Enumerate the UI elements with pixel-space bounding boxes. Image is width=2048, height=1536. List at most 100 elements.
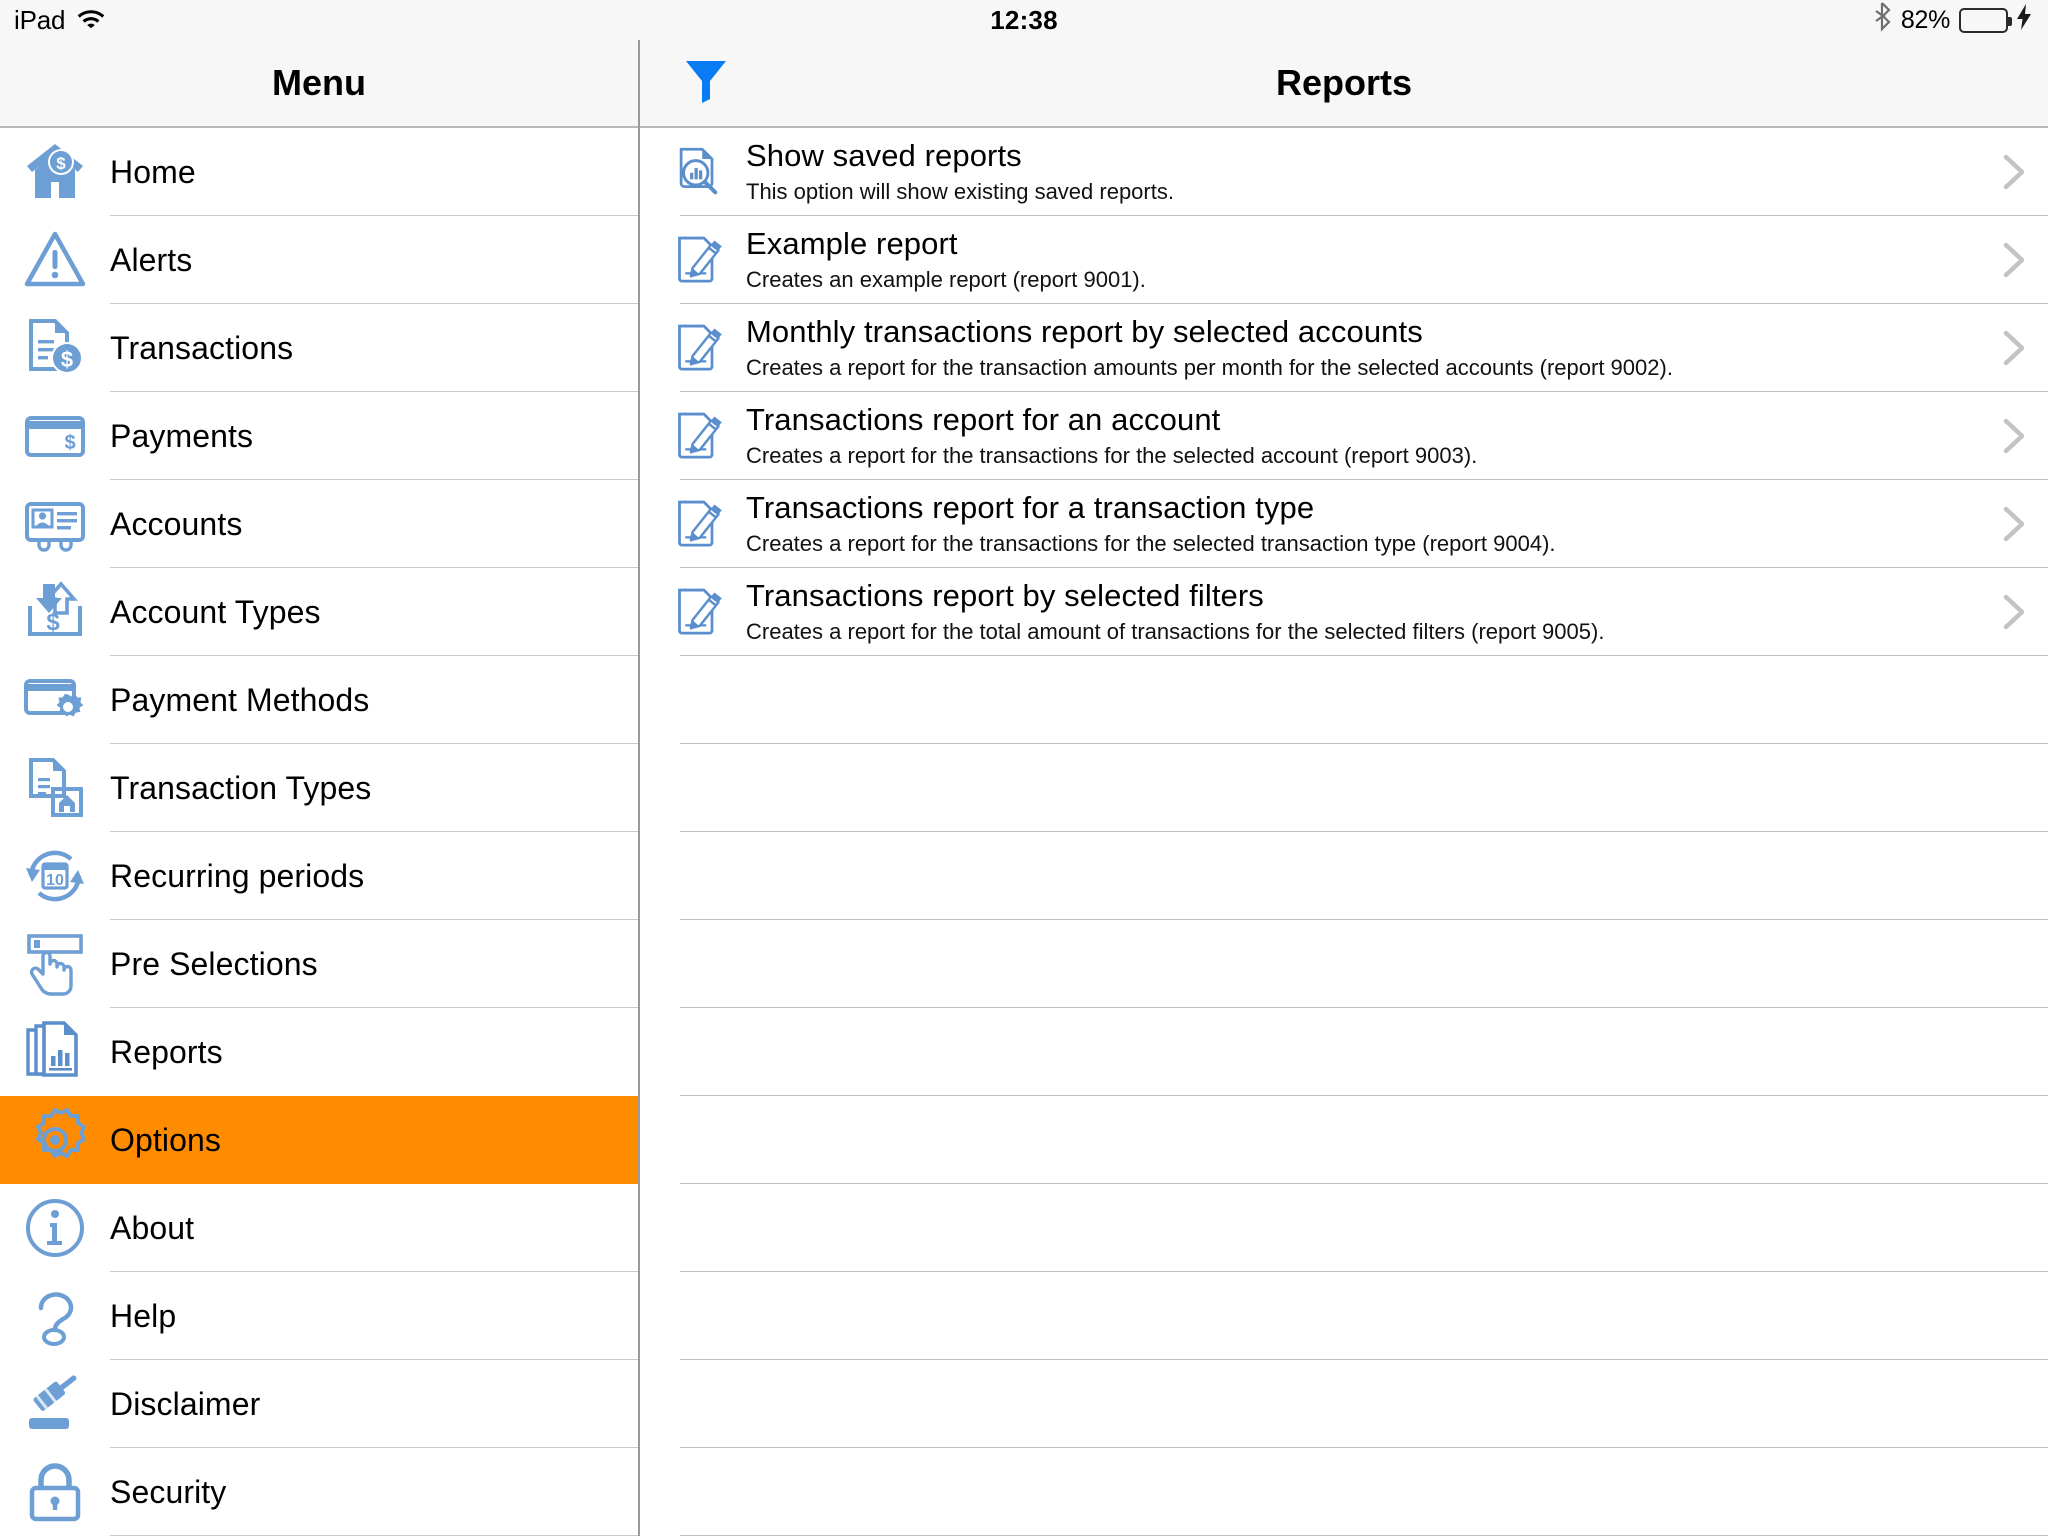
report-item-text: Monthly transactions report by selected … <box>740 313 1978 381</box>
empty-list-row <box>640 1272 2048 1360</box>
sidebar-menu-list: $ Home Alerts $ Transactions $ Payments Account… <box>0 128 638 1536</box>
report-item-title: Monthly transactions report by selected … <box>746 313 1423 349</box>
house-dollar-icon: $ <box>0 140 110 204</box>
padlock-icon <box>0 1460 110 1524</box>
arrows-dollar-box-icon: $ <box>0 580 110 644</box>
empty-list-row <box>640 1008 2048 1096</box>
clock-label: 12:38 <box>990 4 1058 35</box>
sidebar-item-recurring-periods[interactable]: 10 Recurring periods <box>0 832 638 920</box>
sidebar-item-transaction-types[interactable]: Transaction Types <box>0 744 638 832</box>
sidebar-item-label: Reports <box>110 1033 223 1070</box>
report-item-title: Show saved reports <box>746 137 1022 173</box>
sidebar-item-label: Recurring periods <box>110 857 365 894</box>
sidebar-item-about[interactable]: About <box>0 1184 638 1272</box>
report-list-item[interactable]: Transactions report by selected filters C… <box>640 568 2048 656</box>
svg-text:$: $ <box>56 154 66 173</box>
credit-card-dollar-icon: $ <box>0 404 110 468</box>
report-item-title: Transactions report for an account <box>746 401 1221 437</box>
document-pencil-icon <box>640 498 740 550</box>
warning-triangle-icon <box>0 228 110 292</box>
id-card-icon <box>0 492 110 556</box>
report-item-title: Example report <box>746 225 958 261</box>
sidebar-item-accounts[interactable]: Accounts <box>0 480 638 568</box>
empty-list-row <box>640 1448 2048 1536</box>
report-item-title: Transactions report by selected filters <box>746 577 1264 613</box>
gavel-icon <box>0 1372 110 1436</box>
report-item-text: Transactions report for an account Create… <box>740 401 1978 469</box>
report-list: Show saved reports This option will show … <box>640 128 2048 1536</box>
sidebar-item-transactions[interactable]: $ Transactions <box>0 304 638 392</box>
sidebar: Menu $ Home Alerts $ Transactions $ Payments Ac… <box>0 40 640 1536</box>
report-list-item[interactable]: Monthly transactions report by selected … <box>640 304 2048 392</box>
sidebar-item-label: Payments <box>110 417 254 454</box>
chevron-right-icon <box>1978 592 2048 632</box>
report-item-title: Transactions report for a transaction ty… <box>746 489 1315 525</box>
credit-card-gear-icon <box>0 668 110 732</box>
sidebar-item-alerts[interactable]: Alerts <box>0 216 638 304</box>
sidebar-item-label: Options <box>110 1121 221 1158</box>
empty-list-row <box>640 920 2048 1008</box>
sidebar-item-payments[interactable]: $ Payments <box>0 392 638 480</box>
chevron-right-icon <box>1978 328 2048 368</box>
report-item-text: Transactions report by selected filters C… <box>740 577 1978 645</box>
sidebar-item-label: Security <box>110 1473 227 1510</box>
sidebar-item-label: Disclaimer <box>110 1385 261 1422</box>
sidebar-item-options[interactable]: Options <box>0 1096 638 1184</box>
svg-text:$: $ <box>46 609 60 636</box>
sidebar-title: Menu <box>272 62 366 103</box>
sidebar-item-label: Alerts <box>110 241 193 278</box>
sidebar-item-payment-methods[interactable]: Payment Methods <box>0 656 638 744</box>
empty-list-row <box>640 1096 2048 1184</box>
sidebar-item-account-types[interactable]: $ Account Types <box>0 568 638 656</box>
document-pencil-icon <box>640 586 740 638</box>
report-list-item[interactable]: Example report Creates an example report … <box>640 216 2048 304</box>
sidebar-item-pre-selections[interactable]: Pre Selections <box>0 920 638 1008</box>
app-root: iPad 12:38 82% Menu $ Home Alerts $ Tran… <box>0 0 2048 1536</box>
report-item-text: Show saved reports This option will show … <box>740 137 1978 205</box>
info-circle-icon <box>0 1196 110 1260</box>
svg-text:10: 10 <box>46 872 64 889</box>
status-bar-right: 82% <box>1874 1 2032 39</box>
sidebar-item-label: About <box>110 1209 195 1246</box>
sidebar-item-label: Accounts <box>110 505 243 542</box>
question-mark-icon <box>0 1284 110 1348</box>
empty-list-row <box>640 656 2048 744</box>
report-list-item[interactable]: Transactions report for an account Create… <box>640 392 2048 480</box>
chevron-right-icon <box>1978 416 2048 456</box>
chevron-right-icon <box>1978 152 2048 192</box>
sidebar-item-label: Payment Methods <box>110 681 370 718</box>
sidebar-item-help[interactable]: Help <box>0 1272 638 1360</box>
recurring-calendar-icon: 10 <box>0 844 110 908</box>
sidebar-item-label: Transaction Types <box>110 769 372 806</box>
chevron-right-icon <box>1978 240 2048 280</box>
svg-text:$: $ <box>64 432 75 454</box>
sidebar-item-label: Account Types <box>110 593 321 630</box>
battery-icon <box>1959 7 2012 33</box>
chevron-right-icon <box>1978 504 2048 544</box>
sidebar-item-label: Pre Selections <box>110 945 318 982</box>
sidebar-header: Menu <box>0 40 638 128</box>
detail-pane: Reports Show saved reports This option wi… <box>640 40 2048 1536</box>
sidebar-item-disclaimer[interactable]: Disclaimer <box>0 1360 638 1448</box>
empty-list-row <box>640 744 2048 832</box>
detail-header: Reports <box>640 40 2048 128</box>
detail-title: Reports <box>1275 62 1413 103</box>
sidebar-item-home[interactable]: $ Home <box>0 128 638 216</box>
report-list-item[interactable]: Show saved reports This option will show … <box>640 128 2048 216</box>
report-item-description: Creates an example report (report 9001). <box>746 266 1146 292</box>
document-dollar-icon: $ <box>0 316 110 380</box>
svg-text:$: $ <box>61 347 73 372</box>
battery-percent-label: 82% <box>1900 5 1950 34</box>
document-pencil-icon <box>640 234 740 286</box>
empty-list-row <box>640 1360 2048 1448</box>
sidebar-item-reports[interactable]: Reports <box>0 1008 638 1096</box>
documents-chart-icon <box>0 1020 110 1084</box>
report-item-description: This option will show existing saved rep… <box>746 178 1174 204</box>
empty-list-row <box>640 1184 2048 1272</box>
report-item-text: Example report Creates an example report … <box>740 225 1978 293</box>
document-house-icon <box>0 756 110 820</box>
report-list-item[interactable]: Transactions report for a transaction ty… <box>640 480 2048 568</box>
sidebar-item-security[interactable]: Security <box>0 1448 638 1536</box>
document-pencil-icon <box>640 410 740 462</box>
document-pencil-icon <box>640 322 740 374</box>
